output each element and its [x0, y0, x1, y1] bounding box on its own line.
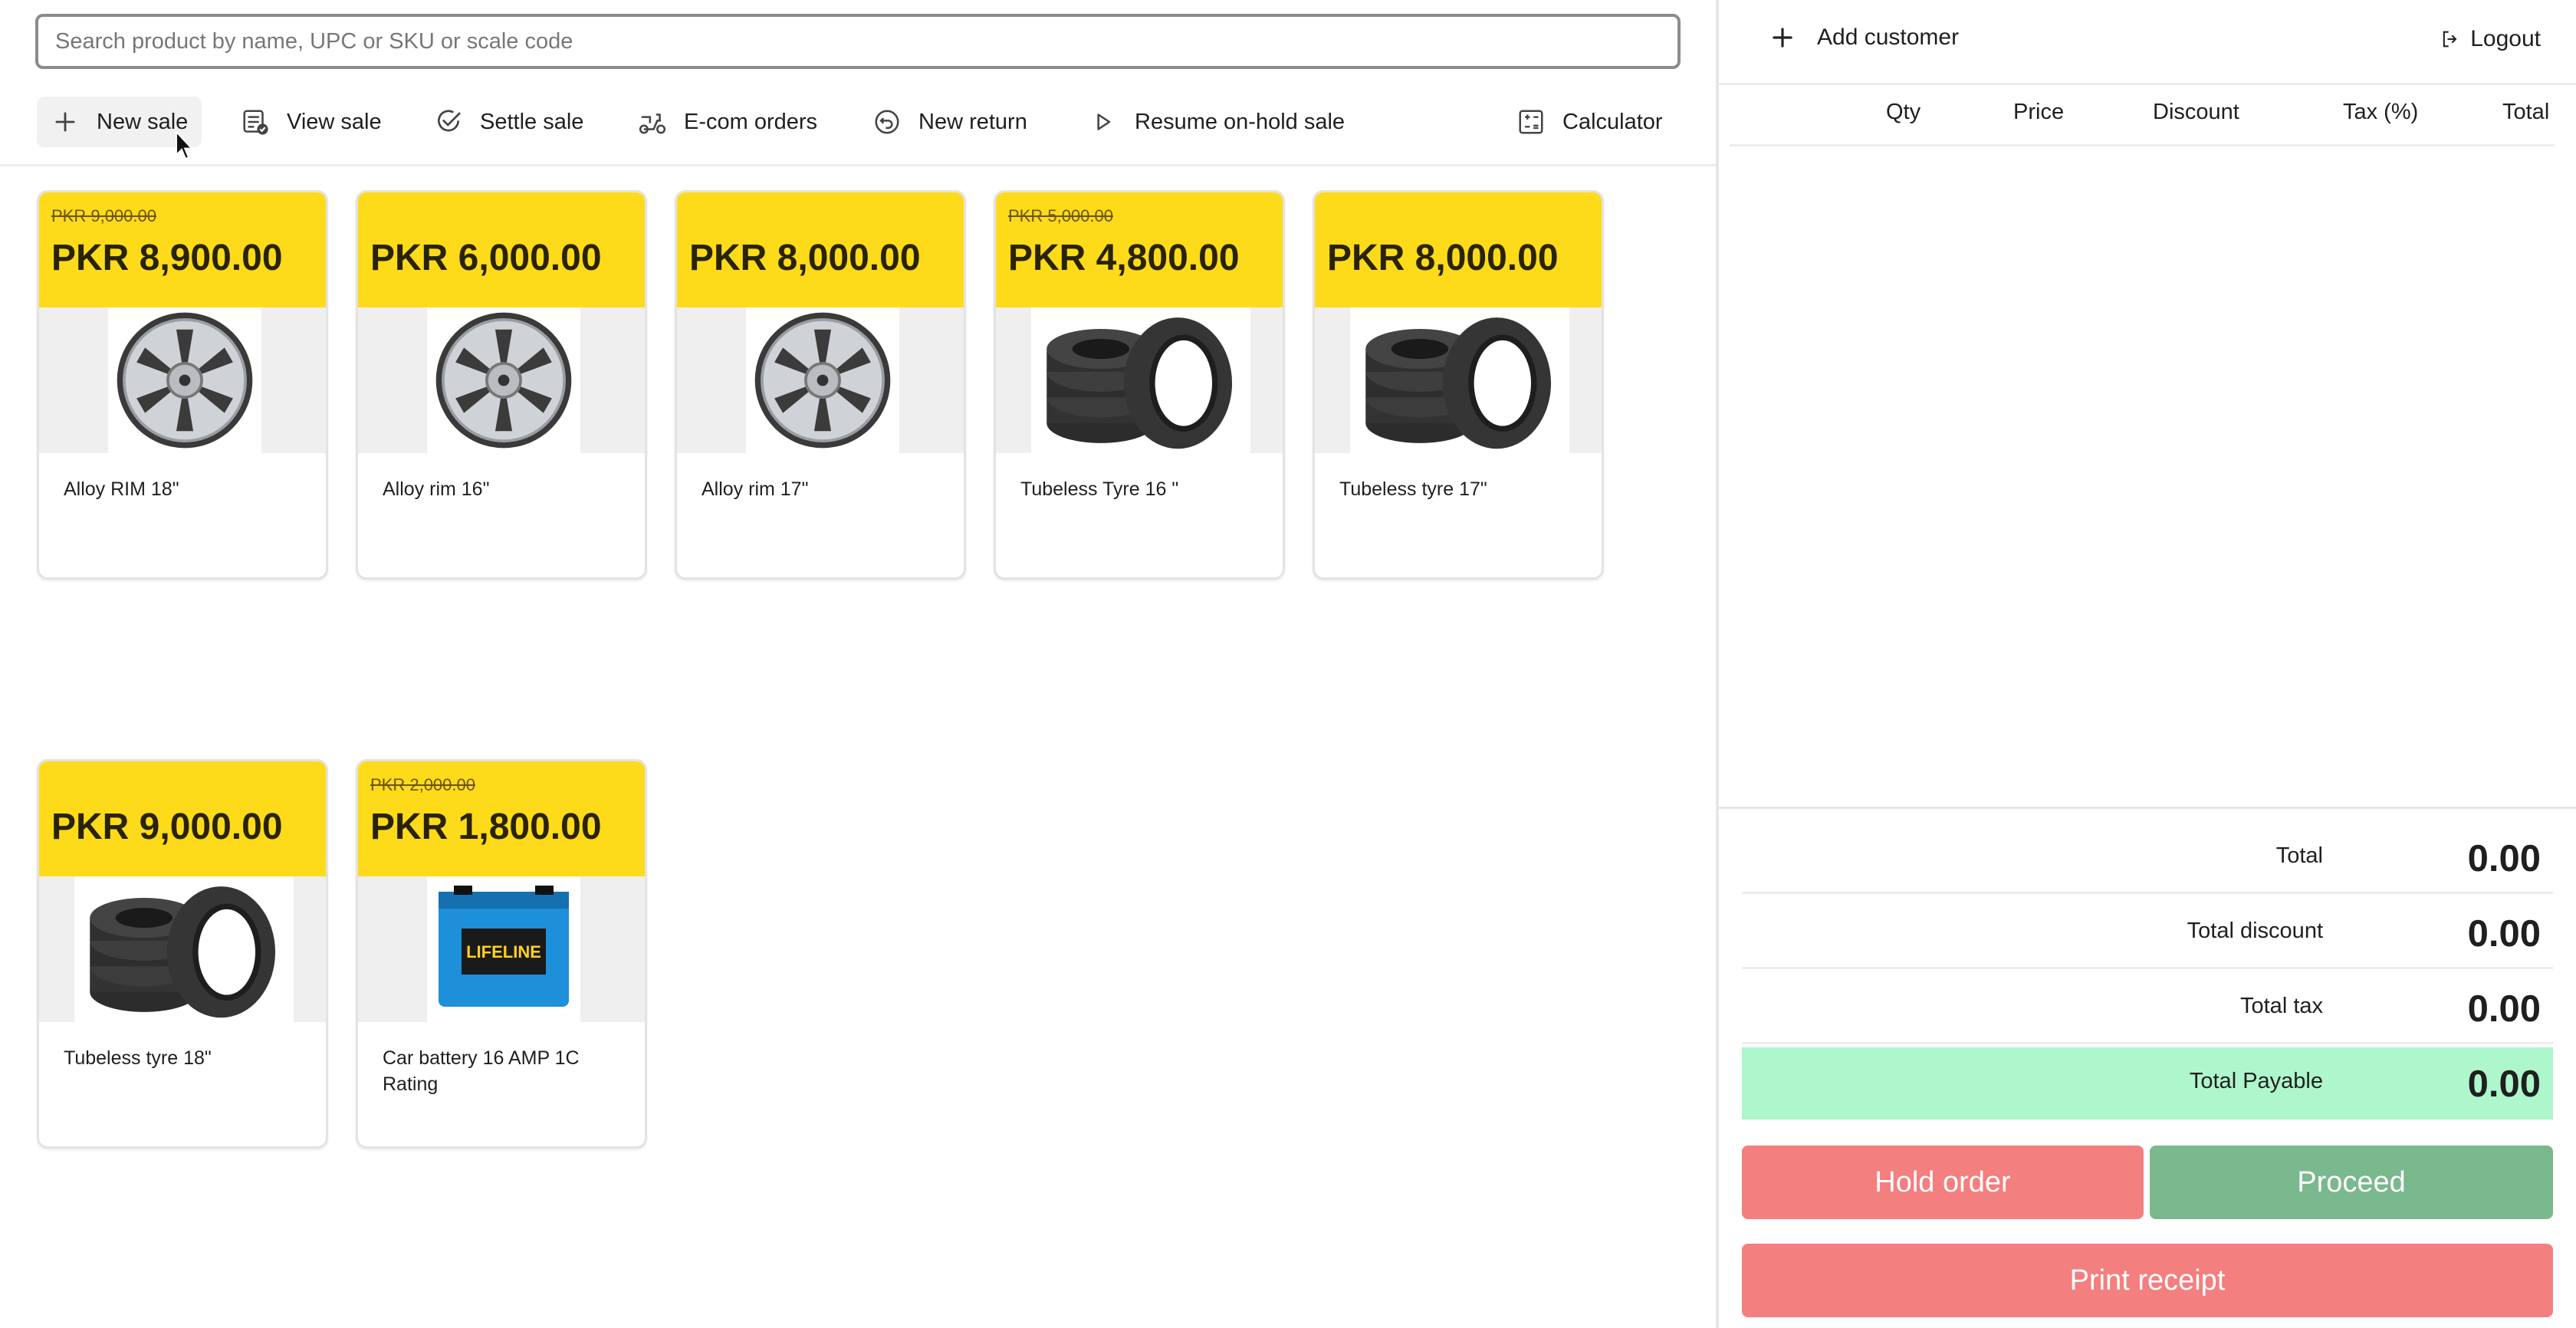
sale-price: PKR 6,000.00: [370, 238, 602, 278]
product-name: Alloy rim 16": [383, 478, 490, 500]
proceed-button[interactable]: Proceed: [2150, 1146, 2553, 1219]
product-name: Car battery 16 AMP 1C Rating: [383, 1047, 580, 1095]
original-price: PKR 2,000.00: [370, 775, 475, 794]
settle-sale-label: Settle sale: [480, 109, 584, 134]
total-discount-label: Total discount: [2187, 919, 2323, 943]
resume-hold-sale-button[interactable]: Resume on-hold sale: [1075, 97, 1359, 147]
total-payable-value: 0.00: [2467, 1063, 2541, 1105]
cart-table-header: Qty Price Discount Tax (%) Total: [1730, 86, 2555, 146]
print-receipt-button[interactable]: Print receipt: [1742, 1244, 2553, 1317]
product-name: Tubeless tyre 18": [64, 1047, 212, 1069]
column-discount: Discount: [2153, 100, 2239, 124]
product-card[interactable]: PKR 8,000.00 Tubeless tyre 17": [1313, 190, 1604, 580]
svg-text:LIFELINE: LIFELINE: [466, 942, 541, 961]
total-payable-label: Total Payable: [2189, 1069, 2323, 1093]
search-input[interactable]: [38, 17, 1677, 66]
original-price: PKR 5,000.00: [1008, 206, 1113, 225]
return-arrow-icon: [875, 110, 899, 134]
column-tax: Tax (%): [2343, 100, 2419, 124]
add-customer-label: Add customer: [1817, 25, 1960, 50]
ecom-orders-button[interactable]: E-com orders: [624, 97, 831, 147]
resume-hold-sale-label: Resume on-hold sale: [1135, 109, 1346, 134]
add-customer-button[interactable]: Add customer: [1768, 23, 1959, 52]
ecom-orders-label: E-com orders: [684, 109, 818, 134]
alloy-rim-image: [427, 307, 580, 453]
product-panel: New sale View sale Settle sale E-com ord…: [0, 0, 1716, 1328]
play-icon: [1097, 113, 1111, 130]
tyre-stack-image: [1350, 307, 1569, 453]
column-price: Price: [2013, 100, 2065, 124]
plus-icon: [55, 112, 75, 132]
product-card[interactable]: PKR 8,000.00 Alloy rim 17": [675, 190, 966, 580]
view-sale-label: View sale: [287, 109, 382, 134]
circle-check-icon: [438, 110, 461, 132]
tyre-stack-image: [1031, 307, 1250, 453]
product-name: Alloy RIM 18": [64, 478, 179, 500]
calculator-label: Calculator: [1562, 109, 1663, 134]
summary-divider: [1719, 807, 2576, 809]
calculator-icon: [1519, 110, 1543, 134]
product-name: Tubeless tyre 17": [1339, 478, 1487, 500]
product-card[interactable]: PKR 5,000.00 PKR 4,800.00 Tubeless Tyre …: [994, 190, 1285, 580]
total-payable-row: Total Payable 0.00: [1742, 1047, 2553, 1119]
total-discount-row: Total discount 0.00: [1742, 897, 2553, 969]
total-tax-label: Total tax: [2240, 994, 2323, 1018]
total-row: Total 0.00: [1742, 822, 2553, 894]
calculator-button[interactable]: Calculator: [1503, 97, 1677, 147]
product-card[interactable]: PKR 9,000.00 PKR 8,900.00 Alloy RIM 18": [37, 190, 328, 580]
sale-price: PKR 4,800.00: [1008, 238, 1240, 278]
product-card[interactable]: PKR 6,000.00 Alloy rim 16": [356, 190, 647, 580]
product-name: Tubeless Tyre 16 ": [1020, 478, 1179, 500]
total-label: Total: [2275, 843, 2323, 868]
sale-price: PKR 8,000.00: [1327, 238, 1559, 278]
total-tax-value: 0.00: [2467, 988, 2541, 1030]
logout-label: Logout: [2470, 26, 2541, 51]
total-discount-value: 0.00: [2467, 913, 2541, 955]
sale-price: PKR 8,000.00: [689, 238, 921, 278]
receipt-check-icon: [243, 110, 268, 135]
alloy-rim-image: [108, 307, 261, 453]
product-card[interactable]: PKR 9,000.00 Tubeless tyre 18": [37, 759, 328, 1149]
toolbar: New sale View sale Settle sale E-com ord…: [0, 86, 1716, 166]
tyre-stack-image: [74, 876, 294, 1022]
column-total: Total: [2502, 100, 2550, 124]
mouse-cursor-icon: [176, 130, 193, 160]
total-value: 0.00: [2467, 838, 2541, 879]
product-card[interactable]: PKR 2,000.00 PKR 1,800.00 LIFELINE Car b…: [356, 759, 647, 1149]
new-return-label: New return: [918, 109, 1027, 134]
column-qty: Qty: [1886, 100, 1921, 124]
settle-sale-button[interactable]: Settle sale: [420, 97, 597, 147]
hold-order-button[interactable]: Hold order: [1742, 1146, 2144, 1219]
car-battery-image: LIFELINE: [427, 876, 580, 1022]
scooter-icon: [639, 113, 666, 134]
view-sale-button[interactable]: View sale: [227, 97, 396, 147]
cart-panel: Add customer Logout Qty Price Discount T…: [1719, 0, 2576, 1328]
product-name: Alloy rim 17": [702, 478, 809, 500]
sale-price: PKR 9,000.00: [51, 807, 283, 847]
search-field[interactable]: [35, 14, 1681, 69]
plus-icon: [1773, 28, 1792, 48]
sale-price: PKR 8,900.00: [51, 238, 283, 278]
sale-price: PKR 1,800.00: [370, 807, 602, 847]
new-return-button[interactable]: New return: [859, 97, 1041, 147]
original-price: PKR 9,000.00: [51, 206, 156, 225]
total-tax-row: Total tax 0.00: [1742, 972, 2553, 1044]
logout-button[interactable]: Logout: [2440, 26, 2541, 52]
alloy-rim-image: [746, 307, 899, 453]
cart-header-bar: Add customer Logout: [1719, 0, 2576, 85]
logout-icon: [2443, 31, 2457, 48]
